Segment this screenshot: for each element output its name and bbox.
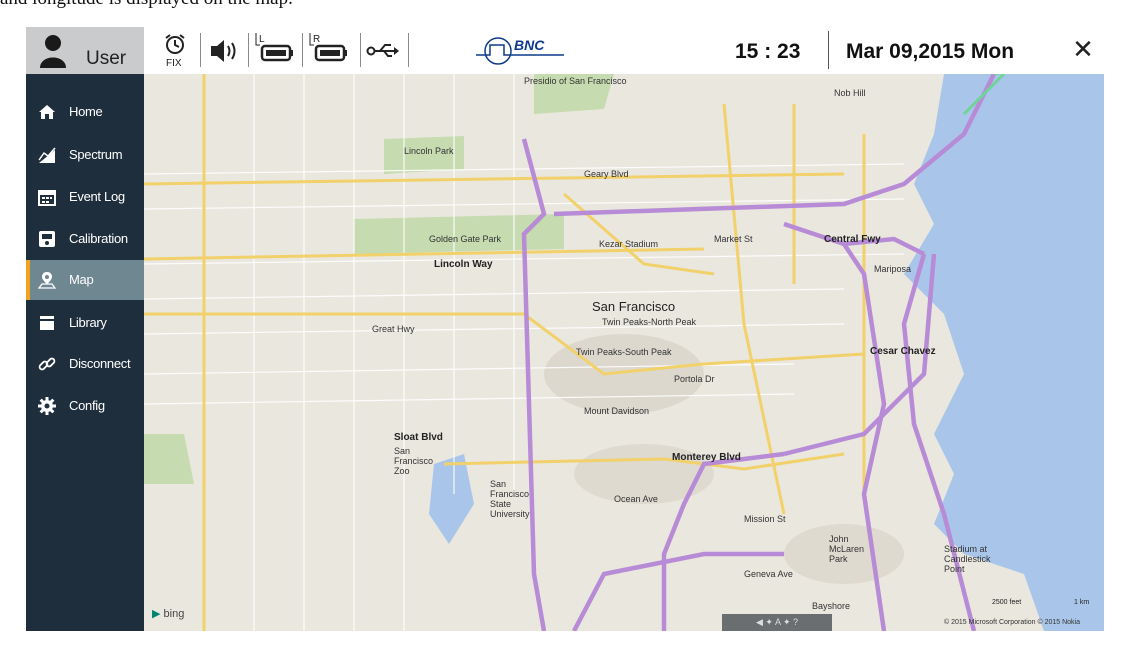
map-label-golden-gate-park: Golden Gate Park <box>429 234 502 244</box>
calendar-icon <box>38 190 56 206</box>
link-icon <box>38 357 56 371</box>
clock-date: Mar 09,2015 Mon <box>846 40 1015 63</box>
bing-logo: ▶ bing <box>152 607 185 620</box>
map-label-mount-davidson: Mount Davidson <box>584 406 650 416</box>
sidebar-item-spectrum[interactable]: Spectrum <box>26 135 144 175</box>
map-label-mariposa: Mariposa <box>874 264 912 274</box>
map-label-geneva-ave: Geneva Ave <box>744 569 793 579</box>
user-button[interactable]: User <box>26 27 144 74</box>
map-label-sf-zoo: San Francisco Zoo <box>394 446 434 476</box>
separator <box>248 33 249 67</box>
top-status-bar: User FIX L R BNC 15: 23 Mar 09,2015 Mon… <box>26 27 1104 75</box>
sidebar-item-map[interactable]: Map <box>26 260 144 300</box>
scale-km: 1 km <box>1074 599 1090 606</box>
sidebar-item-event-log[interactable]: Event Log <box>26 177 144 217</box>
map-pin-icon <box>38 272 56 289</box>
map-label-ocean-ave: Ocean Ave <box>614 494 658 504</box>
map-copyright: © 2015 Microsoft Corporation © 2015 Noki… <box>944 619 1080 626</box>
sidebar-item-label: Spectrum <box>69 147 123 162</box>
sidebar-item-label: Config <box>69 398 105 413</box>
sidebar-item-home[interactable]: Home <box>26 92 144 132</box>
sidebar-item-label: Disconnect <box>69 356 131 371</box>
separator <box>360 33 361 67</box>
bnc-label: BNC <box>514 37 545 53</box>
map-label-central-fwy: Central Fwy <box>824 234 881 245</box>
battery-right-icon: R <box>309 33 347 62</box>
separator <box>828 31 829 69</box>
bing-label: bing <box>163 608 185 620</box>
alarm-label: FIX <box>166 58 182 69</box>
map-label-san-francisco: San Francisco <box>592 299 676 314</box>
sidebar-item-label: Event Log <box>69 189 125 204</box>
app-window: User FIX L R BNC 15: 23 Mar 09,2015 Mon… <box>26 27 1104 631</box>
gear-icon <box>38 397 56 415</box>
sidebar-item-label: Library <box>69 315 107 330</box>
usb-icon <box>366 44 399 57</box>
map-label-twin-peaks-south: Twin Peaks-South Peak <box>576 347 672 357</box>
map-label-kezar: Kezar Stadium <box>599 239 659 249</box>
battery-left-icon: L <box>255 33 293 62</box>
map-label-presidio: Presidio of San Francisco <box>524 76 627 86</box>
sidebar-item-library[interactable]: Library <box>26 303 144 343</box>
map-label-mission-st: Mission St <box>744 514 786 524</box>
alarm-clock-icon[interactable]: FIX <box>162 33 188 69</box>
map-label-monterey-blvd: Monterey Blvd <box>672 452 741 463</box>
sidebar-item-label: Calibration <box>69 231 128 246</box>
user-label: User <box>86 48 127 69</box>
map-view[interactable]: Presidio of San Francisco Nob Hill Linco… <box>144 74 1104 631</box>
left-battery-label: L <box>259 34 265 45</box>
map-label-sf-state: San Francisco State University <box>490 479 530 519</box>
map-label-lincoln-park: Lincoln Park <box>404 146 454 156</box>
right-battery-label: R <box>313 34 320 45</box>
sidebar-item-label: Map <box>69 272 94 287</box>
map-label-lincoln-way: Lincoln Way <box>434 259 493 270</box>
scale-feet: 2500 feet <box>992 599 1022 606</box>
map-label-great-hwy: Great Hwy <box>372 324 415 334</box>
sidebar: Home Spectrum Event Log Calibration Map … <box>26 74 144 631</box>
map-label-cesar-chavez: Cesar Chavez <box>870 346 936 357</box>
separator <box>200 33 201 67</box>
clock-time: 15 : 23 <box>735 40 801 63</box>
document-caption: and longitude is displayed on the map. <box>0 0 293 10</box>
home-icon <box>39 105 55 119</box>
map-label-stadium: Stadium at Candlestick Point <box>944 544 991 574</box>
sidebar-item-config[interactable]: Config <box>26 386 144 426</box>
calibration-icon <box>39 231 55 247</box>
separator <box>408 33 409 67</box>
map-label-sloat-blvd: Sloat Blvd <box>394 432 443 443</box>
map-label-market-st: Market St <box>714 234 753 244</box>
sidebar-item-calibration[interactable]: Calibration <box>26 219 144 259</box>
close-icon: ✕ <box>1072 34 1094 64</box>
close-button[interactable]: ✕ <box>1070 35 1096 63</box>
library-icon <box>40 316 54 330</box>
user-icon <box>40 35 66 68</box>
separator <box>302 33 303 67</box>
sidebar-item-disconnect[interactable]: Disconnect <box>26 344 144 384</box>
sidebar-item-label: Home <box>69 104 103 119</box>
map-label-john-mclaren: John McLaren Park <box>829 534 865 564</box>
speaker-icon[interactable] <box>209 33 239 69</box>
spectrum-icon <box>38 147 56 163</box>
map-label-bayshore: Bayshore <box>812 601 851 611</box>
bnc-connection-indicator: BNC <box>474 33 566 67</box>
map-label-nob-hill: Nob Hill <box>834 88 866 98</box>
map-controls[interactable]: ◀ ✦ A ✦ ? <box>722 614 832 631</box>
map-label-geary-blvd: Geary Blvd <box>584 169 629 179</box>
map-label-twin-peaks-north: Twin Peaks-North Peak <box>602 317 697 327</box>
map-label-portola-dr: Portola Dr <box>674 374 715 384</box>
